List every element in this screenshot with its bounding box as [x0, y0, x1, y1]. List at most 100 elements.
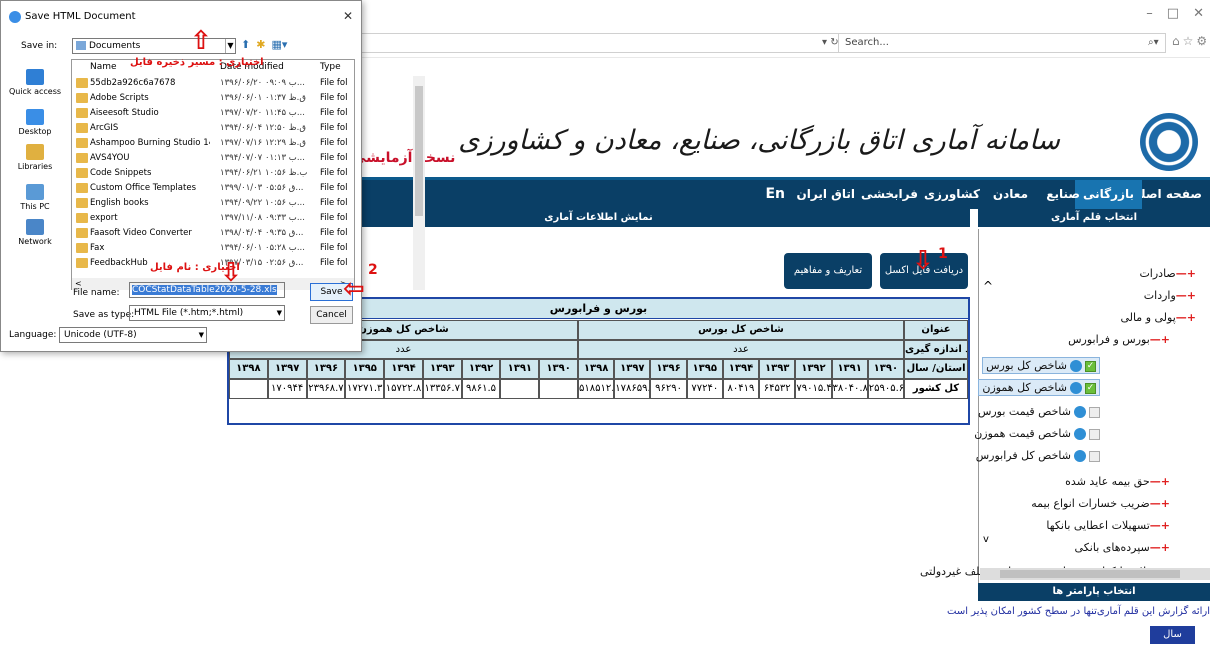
nav-industries[interactable]: صنایع: [1046, 180, 1080, 209]
cancel-button[interactable]: Cancel: [310, 306, 353, 324]
search-icon[interactable]: ⌕▾: [1148, 33, 1166, 53]
nav-iran-chamber[interactable]: اتاق ایران: [797, 180, 855, 209]
expand-plus-icon[interactable]: +—: [1176, 289, 1196, 302]
file-row[interactable]: Faasoft Video Converter ۱۳۹۸/۰۴/۰۴ ق ۰۹:۳…: [72, 226, 354, 240]
ie-icon: [9, 11, 21, 23]
file-row[interactable]: Ashampoo Burning Studio 14 ۱۳۹۷/۰۷/۱۶ ق.ظ…: [72, 136, 354, 150]
file-list-vscrollbar[interactable]: [413, 76, 425, 290]
expand-plus-icon[interactable]: +—: [1150, 519, 1170, 532]
minimize-button[interactable]: –: [1146, 6, 1153, 24]
checkbox-icon[interactable]: ✓: [1085, 382, 1096, 394]
nav-agriculture[interactable]: کشاورزی: [924, 180, 980, 209]
place-quick-access[interactable]: Quick access: [1, 69, 69, 96]
file-date: ۱۳۹۷/۱۱/۰۸ ب ۰۹:۳۳...: [220, 213, 305, 223]
tree-item-label: شاخص قیمت هموزن: [974, 427, 1071, 440]
tree-item-5[interactable]: ✓ شاخص کل هموزن: [978, 379, 1100, 396]
file-date: ۱۳۹۸/۰۴/۰۴ ق ۰۹:۳۵...: [220, 228, 304, 238]
value-cell: ۳۸۰۴۰.۸: [831, 379, 868, 399]
year-header: ۱۳۹۷: [267, 359, 307, 379]
value-cell: [500, 379, 540, 399]
tree-item-9[interactable]: +—حق بیمه عاید شده: [1065, 475, 1170, 488]
chevron-down-icon[interactable]: ▼: [225, 39, 235, 53]
value-cell: ۱۵۷۲۲.۸: [384, 379, 423, 399]
col-name[interactable]: Name: [90, 62, 117, 72]
file-row[interactable]: Custom Office Templates ۱۳۹۹/۰۱/۰۳ ق ۰۵:۵…: [72, 181, 354, 195]
scroll-thumb[interactable]: [415, 86, 423, 216]
tree-item-2[interactable]: +—پولی و مالی: [1120, 311, 1196, 324]
tree-item-0[interactable]: +—صادرات: [1139, 267, 1196, 280]
file-type: File fol: [320, 228, 348, 238]
search-placeholder: Search...: [845, 37, 889, 48]
tree-item-3[interactable]: +—بورس و فرابورس: [1068, 333, 1170, 346]
tree-item-10[interactable]: +—ضریب خسارات انواع بیمه: [1031, 497, 1170, 510]
file-row[interactable]: Code Snippets ۱۳۹۴/۰۶/۲۱ ب.ظ ۱۰:۵۶ File fo…: [72, 166, 354, 180]
nav-english[interactable]: En: [765, 180, 785, 209]
close-icon[interactable]: ✕: [343, 9, 353, 23]
expand-plus-icon[interactable]: +—: [1176, 311, 1196, 324]
checkbox-icon[interactable]: [1089, 406, 1100, 418]
expand-plus-icon[interactable]: +—: [1150, 497, 1170, 510]
col-type[interactable]: Type: [320, 62, 341, 72]
tree-hscrollbar[interactable]: [980, 568, 1210, 580]
file-name: Code Snippets: [90, 168, 152, 178]
search-input[interactable]: Search...: [838, 33, 1166, 53]
file-date: ۱۳۹۴/۰۶/۰۴ ق.ظ ۱۲:۵۰: [220, 123, 306, 133]
place-desktop[interactable]: Desktop: [1, 109, 69, 136]
home-icon[interactable]: ⌂: [1172, 34, 1180, 52]
tree-item-label: پولی و مالی: [1120, 311, 1176, 324]
checkbox-icon[interactable]: ✓: [1085, 360, 1096, 372]
file-type: File fol: [320, 123, 348, 133]
scroll-down-icon[interactable]: v: [983, 534, 989, 545]
nav-commerce[interactable]: بازرگانی: [1075, 180, 1142, 209]
scroll-thumb[interactable]: [1000, 570, 1180, 578]
computer-icon: [26, 184, 44, 200]
file-row[interactable]: English books ۱۳۹۴/۰۹/۲۲ ب ۱۰:۵۶... File f…: [72, 196, 354, 210]
file-name: Faasoft Video Converter: [90, 228, 192, 238]
tree-item-8[interactable]: شاخص کل فرابورس: [976, 449, 1100, 462]
file-row[interactable]: ArcGIS ۱۳۹۴/۰۶/۰۴ ق.ظ ۱۲:۵۰ File fol: [72, 121, 354, 135]
view-menu-icon[interactable]: ▦▾: [271, 38, 287, 54]
address-bar[interactable]: [340, 33, 840, 53]
file-name-input[interactable]: COCStatDataTable2020-5-28.xls: [129, 282, 285, 298]
file-row[interactable]: Aiseesoft Studio ۱۳۹۷/۰۷/۲۰ ب ۱۱:۴۵... Fil…: [72, 106, 354, 120]
scroll-up-icon[interactable]: ^: [983, 279, 993, 293]
tree-item-7[interactable]: شاخص قیمت هموزن: [974, 427, 1100, 440]
new-folder-icon[interactable]: ✱: [256, 38, 265, 54]
expand-plus-icon[interactable]: +—: [1150, 333, 1170, 346]
file-row[interactable]: Adobe Scripts ۱۳۹۶/۰۶/۰۱ ق.ظ ۰۱:۳۷ File fo…: [72, 91, 354, 105]
favorites-icon[interactable]: ☆: [1183, 34, 1194, 52]
checkbox-icon[interactable]: [1089, 428, 1100, 440]
file-row[interactable]: 55db2a926c6a7678 ۱۳۹۶/۰۶/۲۰ ب ۰۹:۰۹... Fil…: [72, 76, 354, 90]
year-param-button[interactable]: سال: [1150, 626, 1195, 644]
scroll-left-icon[interactable]: <: [75, 279, 82, 288]
file-row[interactable]: AVS4YOU ۱۳۹۴/۰۷/۰۷ ب ۰۱:۱۳... File fol: [72, 151, 354, 165]
place-network[interactable]: Network: [1, 219, 69, 246]
maximize-button[interactable]: □: [1167, 6, 1179, 24]
nav-mines[interactable]: معادن: [993, 180, 1028, 209]
expand-plus-icon[interactable]: +—: [1150, 475, 1170, 488]
group-header: شاخص کل بورس: [578, 320, 904, 340]
settings-icon[interactable]: ⚙: [1196, 34, 1207, 52]
language-select[interactable]: Unicode (UTF-8) ▼: [59, 327, 207, 343]
tree-item-6[interactable]: شاخص قیمت بورس: [978, 405, 1100, 418]
file-date: ۱۳۹۴/۰۹/۲۲ ب ۱۰:۵۶...: [220, 198, 305, 208]
annotation-filename: اختیاری : نام فایل: [150, 262, 240, 273]
up-folder-icon[interactable]: ⬆: [241, 38, 250, 54]
place-this-pc[interactable]: This PC: [1, 184, 69, 211]
file-row[interactable]: Fax ۱۳۹۴/۰۶/۰۱ ب ۰۵:۲۸... File fol: [72, 241, 354, 255]
expand-plus-icon[interactable]: +—: [1150, 541, 1170, 554]
nav-cross-sector[interactable]: فرابخشی: [861, 180, 918, 209]
file-row[interactable]: export ۱۳۹۷/۱۱/۰۸ ب ۰۹:۳۳... File fol: [72, 211, 354, 225]
place-libraries[interactable]: Libraries: [1, 144, 69, 171]
tree-item-12[interactable]: +—سپرده‌های بانکی: [1075, 541, 1170, 554]
tree-item-4[interactable]: ✓ شاخص کل بورس: [982, 357, 1100, 374]
info-bubble-icon: [1074, 406, 1086, 418]
tree-item-1[interactable]: +—واردات: [1144, 289, 1196, 302]
folder-icon: [76, 228, 88, 238]
expand-plus-icon[interactable]: +—: [1176, 267, 1196, 280]
definitions-button[interactable]: تعاریف و مفاهیم: [784, 253, 872, 289]
checkbox-icon[interactable]: [1089, 450, 1100, 462]
close-window-button[interactable]: ✕: [1193, 6, 1204, 24]
save-type-select[interactable]: HTML File (*.htm;*.html) ▼: [129, 305, 285, 321]
tree-item-11[interactable]: +—تسهیلات اعطایی بانکها: [1046, 519, 1170, 532]
